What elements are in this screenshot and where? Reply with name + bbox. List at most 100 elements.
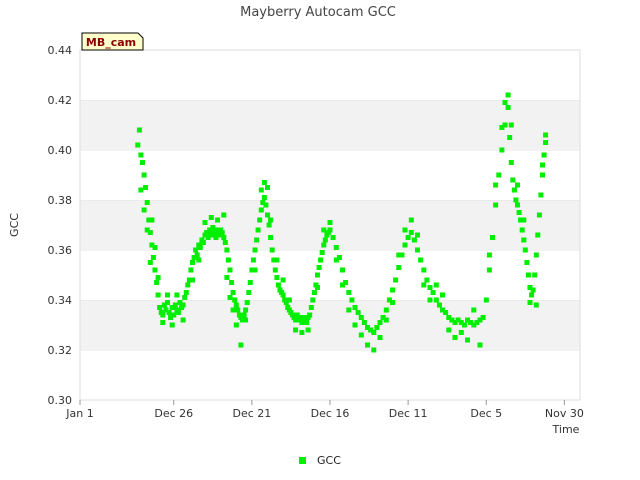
gcc-data-point [352,322,358,328]
gcc-data-point [543,140,549,145]
gcc-data-point [390,287,395,293]
x-tick-label: Jan 1 [65,407,93,420]
gcc-data-point [275,282,281,288]
gcc-data-point [505,105,511,110]
gcc-data-point [193,247,199,253]
gcc-data-point [433,282,439,288]
gcc-data-point [511,187,517,193]
gcc-data-point [321,227,327,233]
gcc-data-point [436,302,442,308]
gcc-data-point [183,290,189,295]
gcc-data-point [421,267,427,273]
gcc-data-point [143,185,149,190]
gcc-data-point [252,247,258,253]
gcc-data-point [247,280,253,285]
gcc-data-point [319,250,325,255]
gcc-data-point [263,202,269,208]
x-axis-label: Time [552,423,580,436]
gcc-data-point [358,315,364,320]
gcc-data-point [440,292,445,298]
gcc-data-point [521,237,527,243]
grid-band [80,300,580,350]
gcc-data-point [371,347,377,353]
gcc-data-point [254,237,260,243]
gcc-data-point [333,245,339,250]
gcc-data-point [307,312,313,318]
gcc-data-point [266,222,272,228]
gcc-data-point [200,240,206,245]
gcc-data-point [396,265,402,270]
gcc-data-point [215,217,220,223]
camera-badge-label: MB_cam [86,36,136,49]
gcc-data-point [515,182,520,188]
gcc-data-point [210,225,216,230]
gcc-data-point [255,227,261,233]
gcc-data-point [268,235,274,240]
gcc-data-point [286,297,292,303]
legend: GCC [299,454,341,467]
gcc-data-point [408,217,414,223]
gcc-data-point [222,240,228,245]
gcc-data-point [508,122,514,128]
gcc-data-point [229,280,235,285]
gcc-data-point [272,267,278,273]
y-tick-label: 0.32 [48,344,73,357]
gcc-data-point [152,245,158,250]
gcc-data-point [352,305,358,310]
gcc-data-point [305,327,311,333]
gcc-data-point [149,217,155,223]
gcc-data-point [533,302,539,308]
gcc-data-point [318,257,324,263]
gcc-data-point [374,325,380,330]
gcc-data-point [160,320,166,325]
gcc-data-point [154,280,160,285]
gcc-data-point [390,300,395,305]
gcc-data-point [152,267,158,273]
gcc-data-point [147,260,153,265]
gcc-data-point [155,275,161,280]
gcc-data-point [529,292,535,298]
gcc-data-point [358,332,364,338]
y-tick-label: 0.34 [48,294,73,307]
gcc-data-point [225,257,231,263]
gcc-data-point [293,327,299,333]
gcc-data-point [396,252,402,258]
x-tick-label: Dec 26 [154,407,193,420]
gcc-data-point [166,310,172,315]
gcc-data-point [202,220,208,225]
gcc-data-point [150,255,156,260]
gcc-data-point [304,320,310,325]
gcc-data-point [421,282,427,288]
gcc-data-point [493,182,499,188]
gcc-data-point [346,307,352,313]
gcc-data-point [258,207,264,213]
gcc-data-point [496,172,502,178]
gcc-data-point [280,277,286,283]
gcc-data-point [235,307,241,313]
gcc-data-point [144,200,150,205]
gcc-data-point [169,322,175,328]
gcc-data-point [461,322,467,328]
gcc-data-point [230,290,236,295]
gcc-data-point [433,297,439,303]
gcc-data-point [516,210,522,215]
gcc-data-point [155,292,161,298]
gcc-data-point [471,307,477,313]
y-axis-label: GCC [8,213,21,237]
gcc-data-point [424,277,430,283]
gcc-data-point [140,160,145,165]
gcc-data-point [172,302,178,308]
gcc-data-point [402,242,408,248]
grid-band [80,150,580,200]
gcc-data-point [190,260,195,265]
gcc-data-point [144,227,150,233]
gcc-data-point [402,227,408,233]
gcc-data-point [330,235,336,240]
y-tick-label: 0.40 [48,144,73,157]
gcc-data-point [446,327,452,333]
gcc-data-point [233,322,239,328]
gcc-data-point [525,272,531,278]
gcc-data-point [257,217,263,223]
gcc-data-point [346,290,352,295]
gcc-data-point [141,172,147,178]
